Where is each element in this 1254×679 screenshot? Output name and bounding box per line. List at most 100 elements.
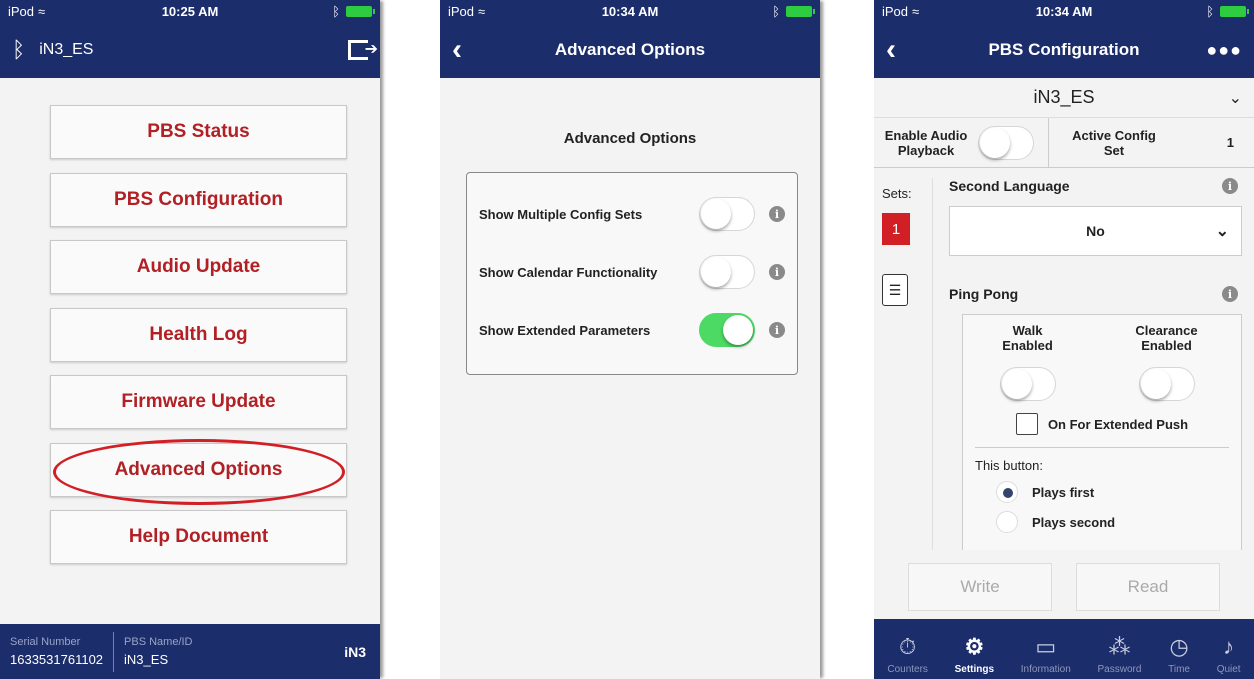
active-config-value: 1 (1226, 135, 1234, 150)
walk-enabled-label: Walk Enabled (1002, 323, 1053, 353)
model-label: iN3 (344, 643, 366, 660)
document-icon[interactable]: ☰ (882, 274, 908, 306)
pbs-configuration-screen: iPod ≈ 10:34 AM ᛒ ‹ PBS Configuration ●●●… (874, 0, 1254, 679)
clearance-enabled-toggle[interactable] (1138, 367, 1195, 401)
section-heading: Advanced Options (563, 130, 697, 147)
tab-time[interactable]: ◷ Time (1168, 619, 1190, 679)
audio-config-row: Enable Audio Playback Active Config Set … (874, 118, 1254, 168)
quiet-icon: ♪ (1223, 634, 1235, 659)
pbs-name-label: PBS Name/ID (124, 636, 193, 648)
password-icon: ⁂ (1108, 634, 1131, 659)
extended-push-checkbox[interactable] (1015, 413, 1038, 435)
carrier-label: iPod (448, 3, 475, 19)
enable-audio-toggle[interactable] (978, 125, 1034, 160)
toggle-knob (701, 199, 731, 229)
radio-plays-first[interactable]: Plays first (963, 473, 1241, 503)
info-icon[interactable]: i (769, 322, 785, 338)
tab-bar: ⏱ Counters ⚙ Settings ▭ Information ⁂ Pa… (874, 619, 1254, 679)
menu-pbs-configuration-button[interactable]: PBS Configuration (50, 172, 347, 227)
toggle-knob (723, 315, 753, 345)
menu-pbs-status-button[interactable]: PBS Status (50, 105, 347, 159)
tab-password[interactable]: ⁂ Password (1098, 619, 1142, 679)
option-row-extended-params: Show Extended Parameters i (479, 313, 785, 347)
ping-pong-panel: Walk Enabled Clearance Enabled On For Ex… (962, 314, 1242, 550)
this-button-label: This button: (975, 458, 1043, 473)
tab-settings[interactable]: ⚙ Settings (955, 619, 994, 679)
serial-label: Serial Number (10, 636, 81, 648)
carrier-label: iPod (882, 3, 909, 19)
battery-icon (346, 5, 375, 17)
second-language-label: Second Language (949, 178, 1070, 194)
carrier: iPod ≈ (8, 4, 45, 19)
radio-label: Plays second (1032, 514, 1116, 530)
device-footer: Serial Number 1633531761102 PBS Name/ID … (0, 624, 380, 679)
carrier-label: iPod (8, 3, 35, 19)
option-label: Show Extended Parameters (479, 322, 651, 338)
battery-icon (1220, 5, 1249, 17)
back-chevron-icon[interactable]: ‹ (886, 35, 896, 65)
info-icon[interactable]: i (769, 264, 785, 280)
highlight-annotation (53, 439, 345, 505)
radio-button[interactable] (996, 511, 1018, 533)
back-chevron-icon[interactable]: ‹ (452, 35, 462, 65)
action-buttons: Write Read (908, 563, 1220, 611)
info-icon[interactable]: i (769, 206, 785, 222)
status-bar: iPod ≈ 10:34 AM ᛒ (440, 0, 820, 22)
logout-icon[interactable] (348, 39, 378, 60)
tab-label: Information (1020, 664, 1071, 675)
tab-label: Time (1168, 664, 1190, 675)
enable-audio-label: Enable Audio Playback (884, 127, 968, 158)
walk-enabled-group: Walk Enabled (998, 323, 1058, 401)
more-options-icon[interactable]: ●●● (1206, 40, 1242, 61)
toggle-knob (1140, 369, 1171, 399)
status-time: 10:34 AM (1035, 3, 1093, 19)
walk-enabled-toggle[interactable] (999, 367, 1056, 401)
menu-audio-update-button[interactable]: Audio Update (50, 240, 347, 294)
write-button[interactable]: Write (908, 563, 1052, 611)
bluetooth-status-icon: ᛒ (1206, 3, 1214, 19)
bluetooth-icon: ᛒ (12, 37, 26, 62)
second-language-value: No (1086, 223, 1105, 239)
toggle-knob (701, 257, 731, 287)
info-icon[interactable]: i (1222, 286, 1238, 302)
tab-label: Settings (954, 664, 995, 675)
calendar-toggle[interactable] (699, 255, 755, 289)
menu-health-log-button[interactable]: Health Log (50, 307, 347, 362)
tab-label: Counters (887, 664, 928, 675)
sets-label: Sets: (882, 186, 912, 201)
option-label: Show Multiple Config Sets (479, 206, 643, 222)
config-set-1-button[interactable]: 1 (882, 213, 910, 245)
device-selector[interactable]: iN3_ES ⌄ (874, 78, 1254, 118)
option-label: Show Calendar Functionality (479, 264, 658, 280)
info-icon[interactable]: i (1222, 178, 1238, 194)
extended-params-toggle[interactable] (699, 313, 755, 347)
read-button[interactable]: Read (1076, 563, 1220, 611)
advanced-options-screen: iPod ≈ 10:34 AM ᛒ ‹ Advanced Options Adva… (440, 0, 820, 679)
status-bar: iPod ≈ 10:34 AM ᛒ (874, 0, 1254, 22)
wifi-icon: ≈ (912, 3, 920, 19)
tab-label: Quiet (1216, 664, 1241, 675)
active-config-label: Active Config Set (1072, 127, 1156, 158)
tab-counters[interactable]: ⏱ Counters (887, 619, 928, 679)
option-row-calendar: Show Calendar Functionality i (479, 255, 785, 289)
radio-button-selected[interactable] (996, 481, 1018, 503)
stopwatch-icon: ⏱ (899, 634, 917, 659)
radio-plays-second[interactable]: Plays second (963, 503, 1241, 533)
main-menu: PBS Status PBS Configuration Audio Updat… (50, 105, 347, 578)
radio-label: Plays first (1032, 484, 1095, 500)
device-name: iN3_ES (1033, 87, 1095, 107)
terminal-icon: ▭ (1035, 634, 1057, 659)
options-panel: Show Multiple Config Sets i Show Calenda… (466, 172, 798, 375)
chevron-down-icon: ⌄ (1228, 89, 1242, 107)
clock-icon: ◷ (1169, 634, 1189, 659)
page-title: Advanced Options (554, 40, 706, 59)
multiple-config-toggle[interactable] (699, 197, 755, 231)
second-language-select[interactable]: No ⌄ (949, 206, 1242, 256)
menu-firmware-update-button[interactable]: Firmware Update (50, 375, 347, 429)
bluetooth-status-icon: ᛒ (772, 3, 780, 19)
tab-quiet[interactable]: ♪ Quiet (1217, 619, 1241, 679)
toggle-knob (1001, 369, 1032, 399)
nav-bar: ‹ PBS Configuration ●●● (874, 22, 1254, 78)
menu-help-document-button[interactable]: Help Document (50, 510, 347, 564)
tab-information[interactable]: ▭ Information (1021, 619, 1071, 679)
